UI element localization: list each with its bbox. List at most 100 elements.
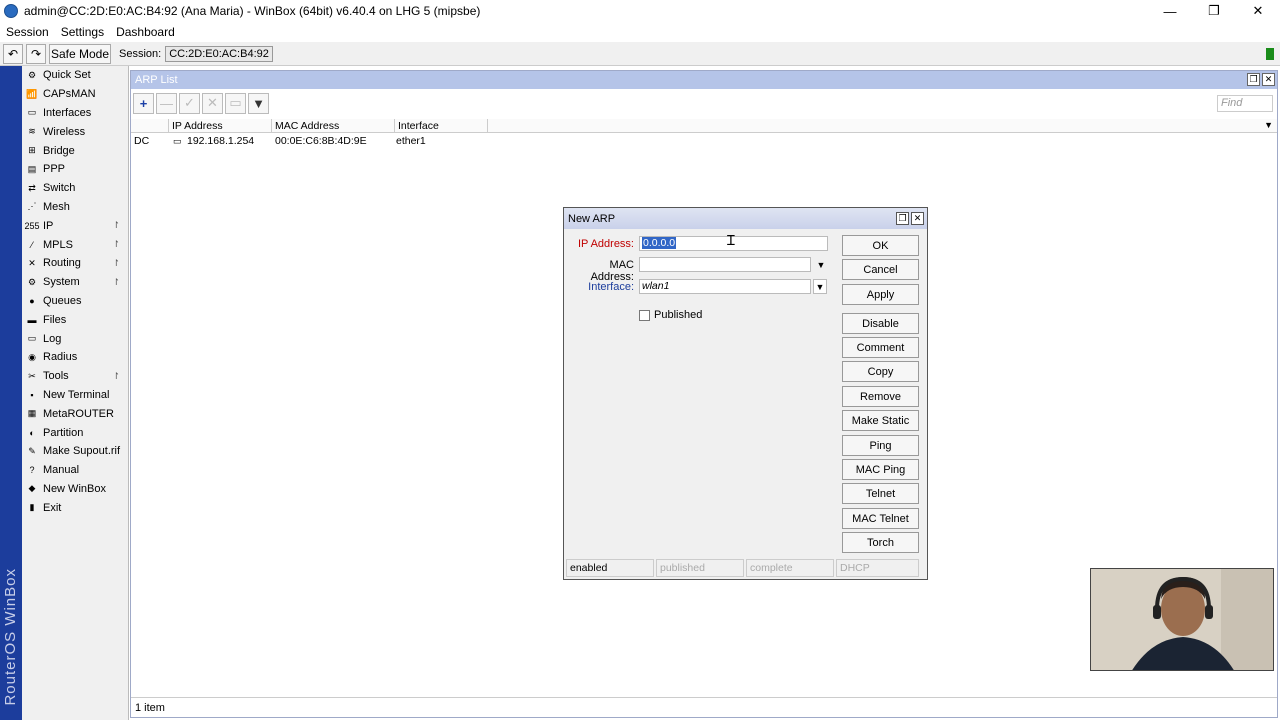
- comment-icon[interactable]: ▭: [225, 92, 246, 114]
- tools-icon: ✂: [28, 370, 36, 381]
- arp-list-titlebar: ARP List ❐ ✕: [131, 71, 1277, 89]
- sidebar-item-wireless[interactable]: ≋ Wireless: [22, 122, 128, 141]
- exit-icon: ▮: [29, 502, 35, 513]
- enable-icon[interactable]: ✓: [179, 92, 200, 114]
- sidebar-item-system[interactable]: ⚙ System ↾: [22, 273, 128, 292]
- add-icon[interactable]: +: [133, 92, 154, 114]
- minimize-button[interactable]: —: [1148, 0, 1192, 22]
- brand-strip: RouterOS WinBox: [0, 66, 22, 720]
- column-mac-address[interactable]: MAC Address: [272, 119, 395, 133]
- columns-dropdown-icon[interactable]: ▼: [1264, 120, 1273, 130]
- disable-icon[interactable]: ✕: [202, 92, 223, 114]
- sidebar-item-label: PPP: [43, 163, 66, 176]
- sidebar-item-switch[interactable]: ⇄ Switch: [22, 179, 128, 198]
- sidebar-item-new-terminal[interactable]: ▪ New Terminal: [22, 386, 128, 405]
- torch-button[interactable]: Torch: [842, 532, 919, 553]
- radius-icon: ◉: [28, 351, 36, 362]
- arp-list-title: ARP List: [135, 74, 178, 86]
- interface-select[interactable]: wlan1: [639, 279, 811, 294]
- make-static-button[interactable]: Make Static: [842, 410, 919, 431]
- sidebar-item-files[interactable]: ▬ Files: [22, 310, 128, 329]
- table-row[interactable]: DC ▭ 192.168.1.254 00:0E:C6:8B:4D:9E eth…: [131, 134, 1277, 148]
- cancel-button[interactable]: Cancel: [842, 259, 919, 280]
- sidebar-item-partition[interactable]: ◐ Partition: [22, 423, 128, 442]
- winbox-app-icon: [4, 4, 18, 18]
- ip-address-value: 0.0.0.0: [642, 237, 677, 249]
- sidebar-item-log[interactable]: ▭ Log: [22, 329, 128, 348]
- mac-ping-button[interactable]: MAC Ping: [842, 459, 919, 480]
- sidebar-item-exit[interactable]: ▮ Exit: [22, 498, 128, 517]
- sidebar-item-radius[interactable]: ◉ Radius: [22, 348, 128, 367]
- arp-entry-icon: ▭: [173, 136, 182, 146]
- sidebar-item-routing[interactable]: ✕ Routing ↾: [22, 254, 128, 273]
- row-mac-address: 00:0E:C6:8B:4D:9E: [275, 135, 367, 147]
- sidebar-item-label: MPLS: [43, 238, 73, 251]
- find-input[interactable]: Find: [1217, 95, 1273, 112]
- sidebar-item-label: Queues: [43, 294, 82, 307]
- comment-button[interactable]: Comment: [842, 337, 919, 358]
- column-interface[interactable]: Interface: [395, 119, 488, 133]
- dialog-close-icon[interactable]: ✕: [911, 212, 924, 225]
- ip-icon: 255: [24, 220, 40, 231]
- mac-address-input[interactable]: [639, 257, 811, 272]
- webcam-overlay: [1090, 568, 1274, 671]
- sidebar-item-new-winbox[interactable]: ◆ New WinBox: [22, 480, 128, 499]
- sidebar-item-tools[interactable]: ✂ Tools ↾: [22, 367, 128, 386]
- row-ip-address: 192.168.1.254: [187, 135, 255, 147]
- disable-button[interactable]: Disable: [842, 313, 919, 334]
- column-ip-address[interactable]: IP Address: [169, 119, 272, 133]
- mesh-icon: ⋰: [27, 201, 37, 212]
- apply-button[interactable]: Apply: [842, 284, 919, 305]
- sidebar-item-ppp[interactable]: ▤ PPP: [22, 160, 128, 179]
- sidebar-item-queues[interactable]: ● Queues: [22, 292, 128, 311]
- copy-button[interactable]: Copy: [842, 361, 919, 382]
- menu-settings[interactable]: Settings: [61, 25, 104, 39]
- telnet-button[interactable]: Telnet: [842, 483, 919, 504]
- maximize-icon[interactable]: ❐: [1247, 73, 1260, 86]
- sidebar-item-quick-set[interactable]: ⚙ Quick Set: [22, 66, 128, 85]
- dialog-titlebar: New ARP ❐ ✕: [564, 208, 927, 229]
- undo-icon[interactable]: ↶: [3, 43, 23, 64]
- sidebar-item-interfaces[interactable]: ▭ Interfaces: [22, 104, 128, 123]
- ok-button[interactable]: OK: [842, 235, 919, 256]
- sidebar-item-bridge[interactable]: ⊞ Bridge: [22, 141, 128, 160]
- safe-mode-button[interactable]: Safe Mode: [49, 43, 111, 64]
- sidebar-item-make-supout-rif[interactable]: ✎ Make Supout.rif: [22, 442, 128, 461]
- redo-icon[interactable]: ↷: [26, 43, 46, 64]
- close-button[interactable]: ✕: [1236, 0, 1280, 22]
- interface-dropdown-icon[interactable]: ▼: [813, 279, 827, 294]
- window-title: admin@CC:2D:E0:AC:B4:92 (Ana Maria) - Wi…: [24, 4, 481, 18]
- dialog-maximize-icon[interactable]: ❐: [896, 212, 909, 225]
- mac-telnet-button[interactable]: MAC Telnet: [842, 508, 919, 529]
- menu-dashboard[interactable]: Dashboard: [116, 25, 175, 39]
- sidebar-item-metarouter[interactable]: ▦ MetaROUTER: [22, 404, 128, 423]
- sidebar-item-label: Log: [43, 332, 62, 345]
- dialog-status-bar: enabled published complete DHCP: [566, 559, 925, 577]
- sidebar-item-ip[interactable]: 255 IP ↾: [22, 216, 128, 235]
- ppp-icon: ▤: [27, 163, 37, 174]
- sidebar-item-label: New WinBox: [43, 482, 106, 495]
- submenu-arrow-icon: ↾: [112, 257, 120, 268]
- title-bar: admin@CC:2D:E0:AC:B4:92 (Ana Maria) - Wi…: [0, 0, 1280, 22]
- remove-button[interactable]: Remove: [842, 386, 919, 407]
- interface-label: Interface:: [588, 281, 634, 293]
- restore-button[interactable]: ❐: [1192, 0, 1236, 22]
- filter-icon[interactable]: ▼: [248, 92, 269, 114]
- sidebar-item-label: Routing: [43, 257, 81, 270]
- published-checkbox[interactable]: [639, 310, 650, 321]
- log-icon: ▭: [27, 333, 37, 344]
- metarouter-icon: ▦: [27, 408, 37, 419]
- partition-icon: ◐: [29, 427, 35, 438]
- sidebar-item-mpls[interactable]: ⁄ MPLS ↾: [22, 235, 128, 254]
- interfaces-icon: ▭: [27, 107, 37, 118]
- close-icon[interactable]: ✕: [1262, 73, 1275, 86]
- connection-status-indicator: [1266, 48, 1274, 60]
- menu-session[interactable]: Session: [6, 25, 49, 39]
- column-flags[interactable]: [131, 119, 169, 133]
- mac-dropdown-icon[interactable]: ▼: [814, 257, 828, 272]
- remove-icon[interactable]: —: [156, 92, 177, 114]
- sidebar-item-mesh[interactable]: ⋰ Mesh: [22, 198, 128, 217]
- ping-button[interactable]: Ping: [842, 435, 919, 456]
- sidebar-item-manual[interactable]: ? Manual: [22, 461, 128, 480]
- sidebar-item-capsman[interactable]: 📶 CAPsMAN: [22, 85, 128, 104]
